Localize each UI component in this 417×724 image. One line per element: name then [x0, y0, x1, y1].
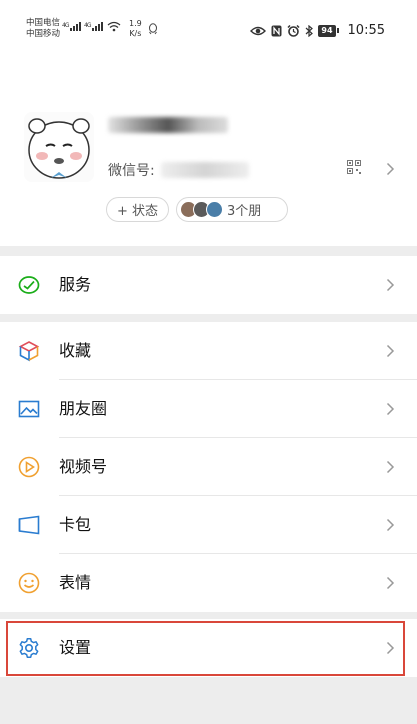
speed-unit: K/s [129, 29, 142, 38]
menu-item-label: 卡包 [59, 515, 92, 534]
chevron-right-icon[interactable] [386, 162, 395, 176]
status-right-group: 94 10:55 [250, 23, 385, 38]
battery-level: 94 [318, 24, 336, 37]
qr-code-icon[interactable] [347, 160, 361, 174]
panda-meme-avatar-icon [24, 112, 94, 182]
speed-value: 1.9 [129, 19, 142, 28]
add-status-label: + 状态 [117, 204, 159, 219]
bluetooth-icon [305, 24, 314, 37]
friends-status-label: 3个朋 [227, 204, 262, 219]
wechat-id-label: 微信号: [108, 163, 155, 179]
card-wallet-icon [18, 515, 40, 535]
avatar[interactable] [24, 112, 94, 182]
friend-avatar [206, 201, 223, 218]
network-type-2: 4G [84, 22, 92, 29]
eye-icon [250, 26, 267, 35]
menu-item-services[interactable]: 服务 [0, 256, 417, 314]
settings-highlight-box [6, 621, 405, 676]
menu-item-label: 服务 [59, 275, 92, 294]
profile-header[interactable]: 微信号: + 状态 3个朋 [0, 56, 417, 246]
signal-icons: 4G 4G [62, 20, 124, 38]
battery-indicator: 94 [318, 24, 339, 37]
clock: 10:55 [347, 23, 385, 38]
menu-item-channels[interactable]: 视频号 [0, 438, 417, 496]
menu-item-stickers[interactable]: 表情 [0, 554, 417, 612]
nickname-obscured [108, 117, 228, 133]
chevron-right-icon [386, 344, 395, 358]
services-icon [18, 276, 40, 294]
chevron-right-icon [386, 460, 395, 474]
nickname [108, 114, 228, 138]
chevron-right-icon [386, 278, 395, 292]
menu-item-label: 表情 [59, 573, 92, 592]
chevron-right-icon [386, 518, 395, 532]
carrier-1: 中国电信 [26, 18, 61, 28]
chevron-right-icon [386, 576, 395, 590]
network-speed: 1.9 K/s [129, 19, 142, 39]
menu-item-label: 朋友圈 [59, 399, 108, 418]
nfc-icon [271, 25, 282, 36]
wechat-id-row: 微信号: [108, 160, 249, 180]
status-bar: 中国电信 中国移动 4G 4G 1.9 K/s 94 10:55 [0, 0, 417, 56]
chevron-right-icon [386, 402, 395, 416]
carrier-names: 中国电信 中国移动 [26, 18, 60, 40]
network-type-1: 4G [62, 22, 70, 29]
services-group: 服务 [0, 256, 417, 314]
menu-item-favorites[interactable]: 收藏 [0, 322, 417, 380]
carrier-2: 中国移动 [26, 29, 61, 39]
menu-item-cards[interactable]: 卡包 [0, 496, 417, 554]
qq-notification-icon [149, 23, 157, 35]
menu-item-label: 视频号 [59, 457, 108, 476]
favorites-cube-icon [18, 341, 40, 362]
friends-status-button[interactable]: 3个朋 [176, 197, 288, 222]
menu-item-label: 收藏 [59, 341, 92, 360]
alarm-icon [287, 24, 300, 37]
wechat-id-obscured [160, 162, 249, 178]
add-status-button[interactable]: + 状态 [106, 197, 170, 222]
channels-play-icon [18, 456, 40, 478]
smiley-face-icon [18, 572, 40, 594]
moments-picture-icon [18, 400, 40, 418]
features-group: 收藏 朋友圈 视频号 卡包 表情 [0, 322, 417, 612]
menu-item-moments[interactable]: 朋友圈 [0, 380, 417, 438]
